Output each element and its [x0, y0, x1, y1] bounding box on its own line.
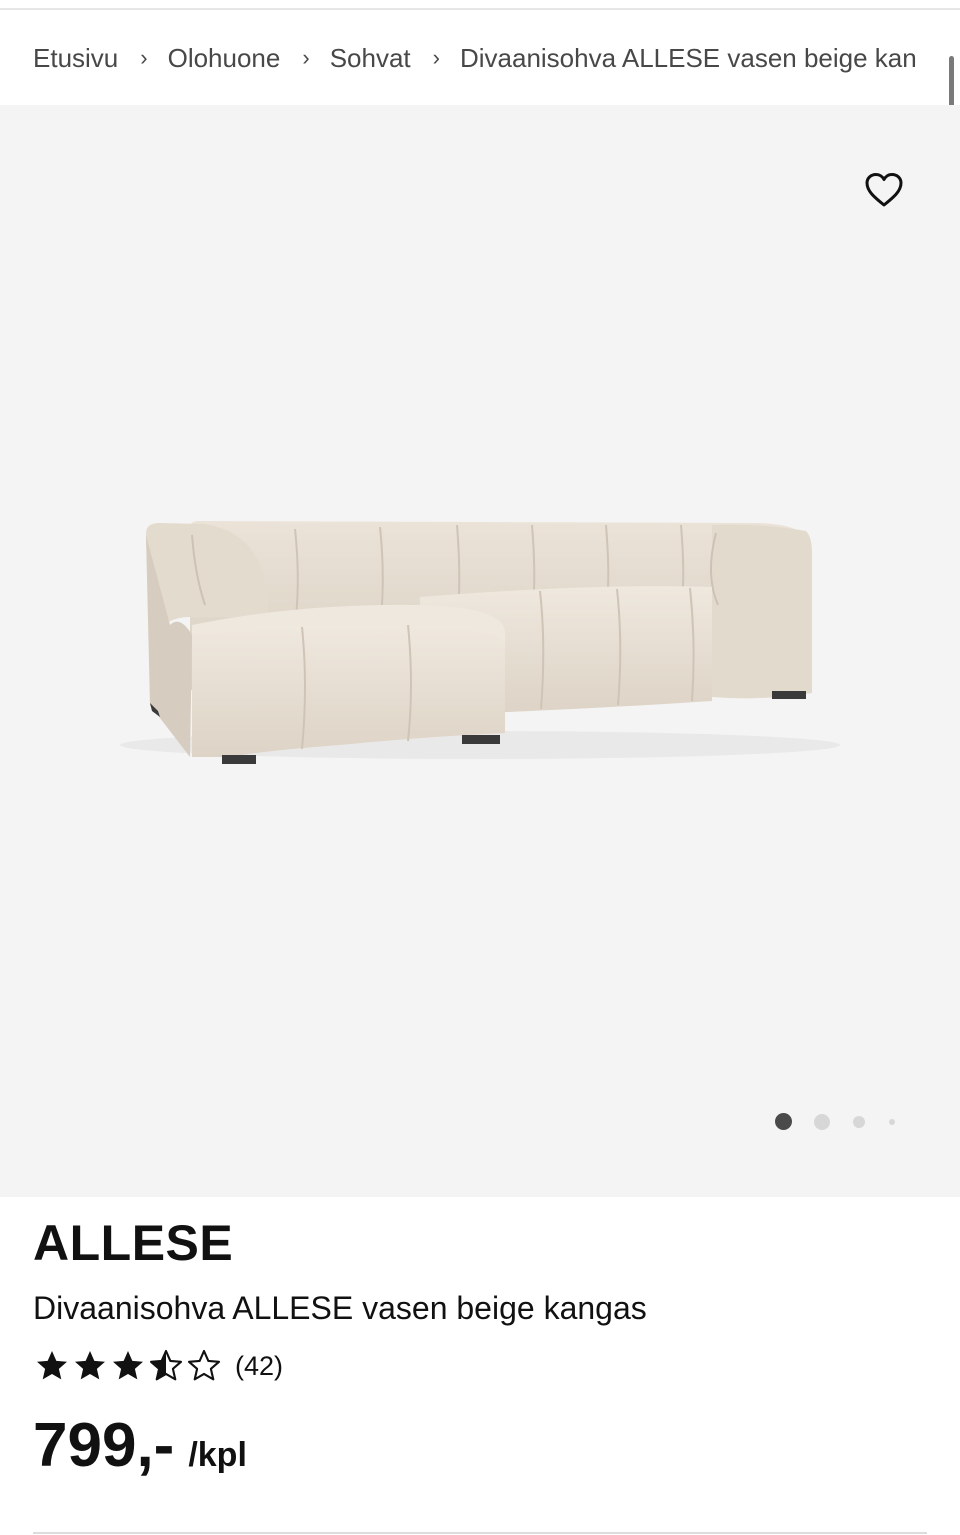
chevron-right-icon: ›	[302, 45, 310, 70]
heart-outline-icon	[865, 173, 903, 207]
product-rating[interactable]: (42)	[33, 1346, 283, 1386]
breadcrumb: Etusivu › Olohuone › Sohvat › Divaanisoh…	[33, 38, 933, 78]
breadcrumb-item-sohvat[interactable]: Sohvat	[330, 43, 411, 74]
chevron-right-icon: ›	[432, 45, 440, 70]
chevron-right-icon: ›	[140, 45, 148, 70]
product-image-gallery[interactable]	[0, 105, 960, 1197]
breadcrumb-item-current: Divaanisohva ALLESE vasen beige kan	[459, 42, 917, 73]
product-price: 799,- /kpl	[33, 1410, 247, 1481]
product-brand: ALLESE	[33, 1215, 234, 1271]
star-outline-icon	[187, 1349, 221, 1381]
star-filled-icon	[113, 1351, 143, 1380]
product-description: Divaanisohva ALLESE vasen beige kangas	[33, 1290, 647, 1326]
rating-stars	[33, 1348, 223, 1384]
breadcrumb-item-olohuone[interactable]: Olohuone	[168, 43, 281, 74]
star-filled-icon	[75, 1351, 105, 1380]
star-half-icon	[149, 1349, 183, 1381]
sofa-product-image	[120, 521, 840, 764]
gallery-dot-3[interactable]	[853, 1116, 865, 1128]
favorite-button[interactable]	[860, 166, 908, 214]
price-unit: /kpl	[188, 1436, 247, 1474]
star-filled-icon	[37, 1351, 67, 1380]
breadcrumb-item-etusivu[interactable]: Etusivu	[33, 43, 118, 74]
gallery-dot-2[interactable]	[814, 1114, 830, 1130]
gallery-pagination	[770, 1110, 910, 1134]
rating-count[interactable]: (42)	[235, 1351, 283, 1382]
gallery-dot-4[interactable]	[889, 1119, 895, 1125]
section-divider	[33, 1532, 927, 1534]
top-divider	[0, 8, 960, 10]
gallery-dot-1[interactable]	[775, 1113, 792, 1130]
price-value: 799,-	[33, 1411, 175, 1480]
